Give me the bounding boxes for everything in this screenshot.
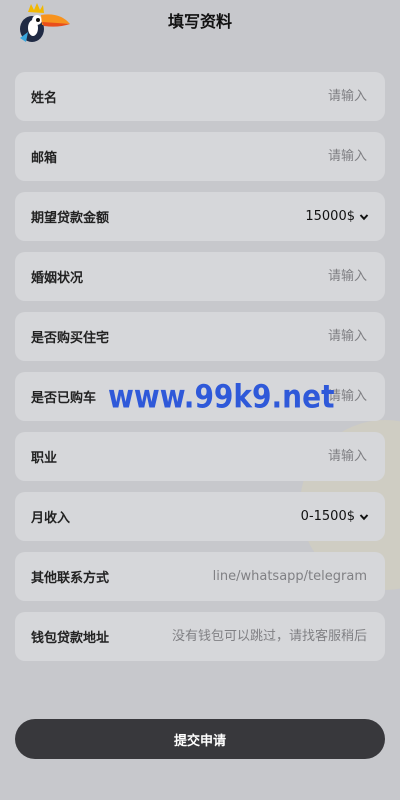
monthly-income-row: 月收入 0-1500$ bbox=[15, 492, 385, 541]
header: 填写资料 bbox=[0, 0, 400, 44]
marital-status-label: 婚姻状况 bbox=[31, 271, 84, 286]
chevron-down-icon bbox=[359, 513, 369, 520]
name-field-row: 姓名 bbox=[15, 72, 385, 121]
wallet-address-label: 钱包贷款地址 bbox=[31, 631, 110, 646]
marital-status-row: 婚姻状况 bbox=[15, 252, 385, 301]
house-purchase-label: 是否购买住宅 bbox=[31, 331, 110, 346]
loan-amount-value: 15000$ bbox=[305, 209, 355, 224]
watermark-text: www.99k9.net bbox=[108, 377, 335, 416]
marital-status-input[interactable] bbox=[165, 268, 369, 285]
email-input[interactable] bbox=[165, 148, 369, 165]
wallet-address-row: 钱包贷款地址 bbox=[15, 612, 385, 661]
name-label: 姓名 bbox=[31, 91, 58, 106]
occupation-input[interactable] bbox=[165, 448, 369, 465]
loan-amount-select[interactable]: 15000$ bbox=[305, 209, 369, 224]
application-form: 姓名 邮箱 期望贷款金额 15000$ 婚姻状况 是否购买住宅 是否已购车 职业… bbox=[15, 72, 385, 672]
monthly-income-select[interactable]: 0-1500$ bbox=[301, 509, 369, 524]
email-field-row: 邮箱 bbox=[15, 132, 385, 181]
occupation-label: 职业 bbox=[31, 451, 58, 466]
other-contact-label: 其他联系方式 bbox=[31, 571, 110, 586]
submit-button[interactable]: 提交申请 bbox=[15, 719, 385, 759]
monthly-income-label: 月收入 bbox=[31, 511, 71, 526]
occupation-row: 职业 bbox=[15, 432, 385, 481]
chevron-down-icon bbox=[359, 213, 369, 220]
other-contact-input[interactable] bbox=[165, 568, 369, 585]
page-title: 填写资料 bbox=[167, 12, 232, 31]
house-purchase-row: 是否购买住宅 bbox=[15, 312, 385, 361]
name-input[interactable] bbox=[165, 88, 369, 105]
email-label: 邮箱 bbox=[31, 151, 58, 166]
car-purchase-label: 是否已购车 bbox=[31, 391, 97, 406]
loan-amount-label: 期望贷款金额 bbox=[31, 211, 110, 226]
monthly-income-value: 0-1500$ bbox=[300, 509, 355, 524]
loan-amount-row: 期望贷款金额 15000$ bbox=[15, 192, 385, 241]
wallet-address-input[interactable] bbox=[170, 628, 369, 645]
house-purchase-input[interactable] bbox=[165, 328, 369, 345]
other-contact-row: 其他联系方式 bbox=[15, 552, 385, 601]
